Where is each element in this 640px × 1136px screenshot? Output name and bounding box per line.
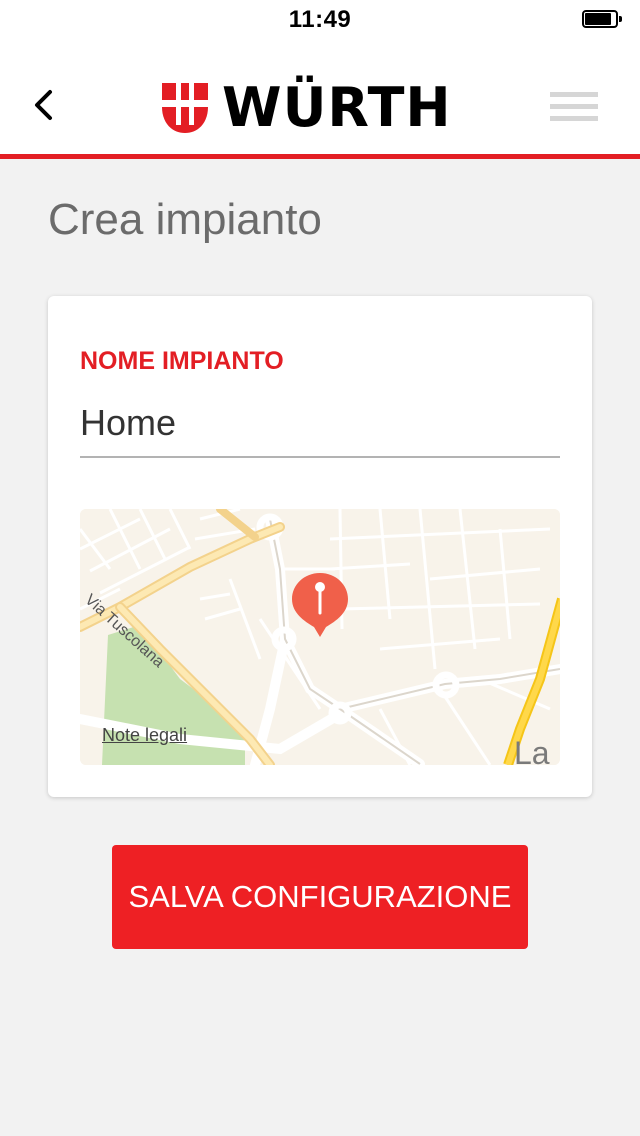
menu-line xyxy=(550,116,598,121)
create-plant-screen: 11:49 WÜRTH Crea impianto NOME IMPIANTO … xyxy=(0,0,640,1136)
legal-notes-link[interactable]: Note legali xyxy=(102,725,187,746)
location-pin-icon xyxy=(290,571,350,639)
plant-name-input[interactable] xyxy=(80,390,560,458)
brand-logo: WÜRTH xyxy=(162,76,452,139)
page-title: Crea impianto xyxy=(48,195,322,244)
status-time: 11:49 xyxy=(288,6,352,33)
wurth-emblem-icon xyxy=(162,83,208,133)
save-configuration-button[interactable]: SALVA CONFIGURAZIONE xyxy=(112,845,528,949)
chevron-left-icon xyxy=(35,90,52,120)
battery-icon xyxy=(582,10,624,30)
menu-line xyxy=(550,92,598,97)
status-bar: 11:49 xyxy=(0,0,640,40)
map-place-label: La xyxy=(514,735,550,765)
menu-line xyxy=(550,104,598,109)
app-header: WÜRTH xyxy=(0,40,640,154)
plant-name-label: NOME IMPIANTO xyxy=(80,347,284,375)
back-button[interactable] xyxy=(22,82,66,126)
plant-form-card: NOME IMPIANTO Home Via Tuscolana Note le… xyxy=(48,296,592,797)
menu-button[interactable] xyxy=(548,90,602,126)
brand-name: WÜRTH xyxy=(222,76,452,139)
location-map[interactable]: Via Tuscolana Note legali La xyxy=(80,509,560,765)
header-accent-rule xyxy=(0,154,640,159)
